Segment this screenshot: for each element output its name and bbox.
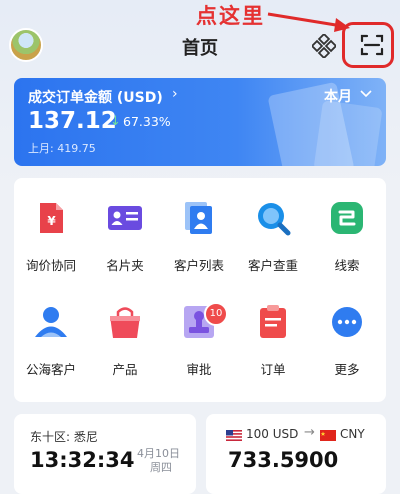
- order-clipboard-icon: [260, 305, 286, 338]
- timezone-weekday: 周四: [150, 461, 172, 474]
- apps-grid-icon[interactable]: [312, 34, 336, 58]
- func-orders[interactable]: 订单: [236, 282, 310, 377]
- func-card-holder[interactable]: 名片夹: [88, 178, 162, 273]
- func-label: 更多: [334, 362, 360, 377]
- more-icon: [332, 307, 362, 337]
- func-label: 客户查重: [247, 258, 298, 273]
- exchange-rate-value: 733.5900: [228, 448, 339, 472]
- func-label: 审批: [186, 362, 212, 377]
- clue-icon: [331, 202, 363, 234]
- deal-amount-value: 137.12: [28, 108, 117, 134]
- page-title: 首页: [182, 38, 218, 59]
- customer-list-icon: [185, 202, 212, 234]
- timezone-time: 13:32:34: [30, 448, 135, 472]
- func-quote-collab[interactable]: ¥ 询价协同: [14, 178, 88, 273]
- func-label: 产品: [112, 362, 138, 377]
- approval-count-badge: 10: [204, 302, 228, 326]
- period-select[interactable]: 本月: [324, 86, 352, 106]
- public-customer-icon: [35, 307, 67, 337]
- card-decoration: [313, 100, 383, 166]
- function-grid: ¥ 询价协同 名片夹 客户列表 客户查重 线索 公海客户 产品 审批 订单 更多…: [14, 178, 386, 402]
- annotation-label: 点这里: [196, 4, 265, 28]
- timezone-label: 东十区: 悉尼: [30, 430, 98, 444]
- func-public-customers[interactable]: 公海客户: [14, 282, 88, 377]
- func-customer-dedupe[interactable]: 客户查重: [236, 178, 310, 273]
- func-products[interactable]: 产品: [88, 282, 162, 377]
- func-more[interactable]: 更多: [310, 282, 384, 377]
- exchange-to: CNY: [340, 427, 365, 441]
- exchange-rate-card[interactable]: 100 USD → CNY 733.5900: [206, 414, 386, 494]
- product-bag-icon: [110, 307, 140, 338]
- func-customer-list[interactable]: 客户列表: [162, 178, 236, 273]
- arrow-down-icon: ↓: [110, 114, 121, 129]
- scan-icon[interactable]: [360, 33, 384, 57]
- deal-amount-label: 成交订单金额 (USD): [28, 90, 163, 106]
- func-label: 询价协同: [25, 258, 76, 273]
- deal-amount-card[interactable]: 成交订单金额 (USD) › 本月 137.12 ↓ 67.33% 上月: 41…: [14, 78, 386, 166]
- func-clues[interactable]: 线索: [310, 178, 384, 273]
- arrow-right-icon: →: [304, 425, 315, 440]
- china-flag-icon: [320, 430, 336, 441]
- annotation-arrow-icon: [267, 12, 350, 32]
- chevron-down-icon[interactable]: [360, 90, 372, 98]
- exchange-from: 100 USD: [246, 427, 299, 441]
- change-percent: 67.33%: [123, 114, 171, 129]
- func-label: 客户列表: [173, 258, 224, 273]
- func-label: 线索: [334, 258, 360, 273]
- last-month-amount: 上月: 419.75: [28, 142, 96, 155]
- us-flag-icon: [226, 430, 242, 441]
- quote-doc-icon: ¥: [40, 203, 63, 233]
- customer-search-icon: [258, 203, 291, 236]
- chevron-right-icon: ›: [172, 86, 178, 102]
- business-card-icon: [108, 206, 142, 230]
- func-label: 名片夹: [106, 258, 144, 273]
- svg-text:¥: ¥: [47, 214, 56, 228]
- func-label: 订单: [260, 362, 286, 377]
- world-clock-card[interactable]: 东十区: 悉尼 13:32:34 4月10日 周四: [14, 414, 196, 494]
- func-label: 公海客户: [25, 362, 76, 377]
